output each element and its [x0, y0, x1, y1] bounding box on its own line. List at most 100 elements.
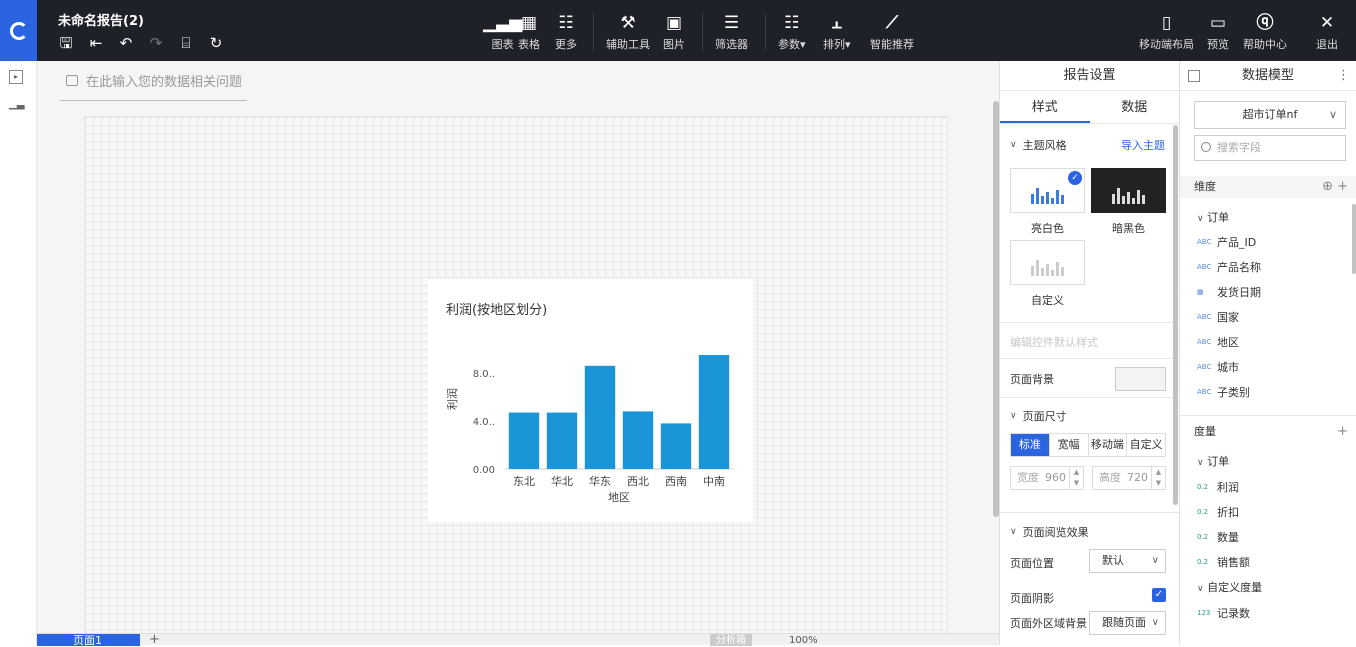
sort-tool-button[interactable]: ⫠ 排列▾ — [823, 12, 851, 52]
zoom-level[interactable]: 100% — [789, 634, 818, 646]
page-shadow-label: 页面阴影 — [1010, 592, 1054, 605]
report-page[interactable]: 利润(按地区划分) 0.00 4.0.. 8.0.. 东北 华北 华东 西北 西南 中南 地区 利润 — [84, 116, 948, 633]
dimensions-header: 维度 ⊕ + — [1180, 176, 1356, 198]
mobile-icon: ▯ — [1161, 13, 1172, 33]
chart-list-icon[interactable]: ▁▃ — [9, 99, 24, 113]
filter-tool-button[interactable]: ☰ 筛选器 — [715, 12, 748, 52]
redo-icon[interactable]: ↷ — [146, 33, 166, 53]
tab-data[interactable]: 数据 — [1090, 91, 1180, 123]
model-header: 数据模型 ⋮ — [1180, 61, 1356, 91]
field-search-input[interactable]: 搜索字段 — [1194, 135, 1346, 161]
y-tick-label: 0.00 — [473, 465, 495, 476]
field-item[interactable]: ▦ 发货日期 — [1197, 284, 1261, 300]
mea-folder-orders[interactable]: ∨ 订单 — [1197, 453, 1229, 469]
page-height-input[interactable]: 高度 720 ▲ ▼ — [1092, 466, 1166, 490]
settings-scrollbar[interactable] — [1173, 125, 1178, 505]
spinner-icon[interactable]: ▲ ▼ — [1069, 467, 1083, 489]
view-effect-header[interactable]: ∨ 页面阅览效果 — [1010, 524, 1089, 540]
page-background-label: 页面背景 — [1010, 373, 1054, 386]
page-position-label: 页面位置 — [1010, 557, 1054, 570]
analysis-box-button[interactable]: 分析箱 — [710, 634, 752, 646]
field-item[interactable]: ABC 国家 — [1197, 309, 1239, 325]
settings-tabs: 样式 数据 — [1000, 91, 1179, 124]
dim-folder-orders[interactable]: ∨ 订单 — [1197, 209, 1229, 225]
theme-custom-label: 自定义 — [1031, 294, 1064, 307]
size-wide[interactable]: 宽幅 — [1050, 434, 1089, 456]
chart-tool-button[interactable]: ▁▃▅ 图表 — [483, 12, 522, 52]
chevron-down-icon: ∨ — [1197, 214, 1204, 224]
app-logo[interactable] — [0, 0, 37, 61]
calendar-icon: ▦ — [1197, 288, 1204, 296]
page-shadow-checkbox[interactable]: ✓ — [1152, 588, 1166, 602]
divider — [1000, 358, 1179, 359]
page-background-swatch[interactable] — [1115, 367, 1166, 391]
chevron-down-icon: ∨ — [1151, 617, 1159, 628]
tab-style[interactable]: 样式 — [1000, 91, 1090, 123]
params-tool-button[interactable]: ☷ 参数▾ — [778, 12, 806, 52]
theme-section-header[interactable]: ∨ 主题风格 — [1010, 137, 1067, 153]
smart-recommend-button[interactable]: ⟋ 智能推荐 — [870, 12, 914, 52]
field-item[interactable]: ABC 产品名称 — [1197, 259, 1261, 275]
outer-bg-select[interactable]: 跟随页面 ∨ — [1089, 611, 1166, 635]
add-measure-icon[interactable]: + — [1337, 421, 1348, 443]
custom-measures-folder[interactable]: ∨ 自定义度量 — [1197, 579, 1262, 595]
table-tool-button[interactable]: ▦ 表格 — [518, 12, 540, 52]
size-mobile[interactable]: 移动端 — [1089, 434, 1128, 456]
theme-custom-card[interactable] — [1010, 240, 1085, 285]
bar — [508, 412, 540, 469]
field-item[interactable]: 0.2 折扣 — [1197, 504, 1239, 520]
chevron-down-icon: ∨ — [1328, 108, 1337, 121]
field-item[interactable]: ABC 地区 — [1197, 334, 1239, 350]
bar-chart[interactable]: 0.00 4.0.. 8.0.. 东北 华北 华东 西北 西南 中南地区 利润 — [428, 279, 753, 522]
chevron-down-icon: ∨ — [1151, 555, 1159, 566]
size-standard[interactable]: 标准 — [1011, 434, 1050, 456]
theme-light-label: 亮白色 — [1031, 222, 1064, 235]
refresh-icon[interactable]: ↻ — [206, 33, 226, 53]
ask-data-input[interactable]: 在此输入您的数据相关问题 — [60, 61, 247, 101]
help-center-button[interactable]: ⓠ 帮助中心 — [1243, 12, 1287, 52]
status-bar: 页面1 + 分析箱 100% — [37, 632, 999, 647]
page-size-header[interactable]: ∨ 页面尺寸 — [1010, 408, 1067, 424]
save-icon[interactable]: 🖫 — [56, 33, 76, 53]
more-vertical-icon[interactable]: ⋮ — [1337, 61, 1350, 91]
theme-light-card[interactable]: ✓ — [1010, 168, 1085, 213]
field-item[interactable]: 0.2 销售额 — [1197, 554, 1250, 570]
theme-dark-card[interactable] — [1091, 168, 1166, 213]
preview-button[interactable]: ▭ 预览 — [1207, 12, 1229, 52]
more-tool-button[interactable]: ☷ 更多 — [555, 12, 577, 52]
add-dimension-icon[interactable]: ⊕ + — [1322, 176, 1348, 198]
y-axis-title: 利润 — [445, 388, 459, 410]
tab-page-1[interactable]: 页面1 — [37, 634, 140, 646]
back-icon[interactable]: ⇤ — [86, 33, 106, 53]
outer-bg-label: 页面外区域背景 — [1010, 617, 1087, 630]
field-item[interactable]: ABC 城市 — [1197, 359, 1239, 375]
divider — [1000, 322, 1179, 323]
field-item[interactable]: ABC 子类别 — [1197, 384, 1250, 400]
field-item[interactable]: ABC 产品_ID — [1197, 234, 1256, 250]
tools-icon: ⚒ — [620, 13, 636, 33]
exit-button[interactable]: ✕ 退出 — [1316, 12, 1338, 52]
dataset-select[interactable]: 超市订单nf ∨ — [1194, 101, 1346, 129]
aux-tools-button[interactable]: ⚒ 辅助工具 — [606, 12, 650, 52]
divider — [1180, 415, 1356, 416]
table-icon: ▦ — [520, 13, 538, 33]
mobile-layout-button[interactable]: ▯ 移动端布局 — [1139, 12, 1194, 52]
undo-icon[interactable]: ↶ — [116, 33, 136, 53]
image-tool-button[interactable]: ▣ 图片 — [663, 12, 685, 52]
import-theme-link[interactable]: 导入主题 — [1121, 137, 1165, 153]
field-item[interactable]: 0.2 利润 — [1197, 479, 1239, 495]
spinner-icon[interactable]: ▲ ▼ — [1151, 467, 1165, 489]
field-item[interactable]: 123 记录数 — [1197, 605, 1250, 621]
expand-panel-icon[interactable]: ▸ — [9, 70, 23, 84]
page-width-input[interactable]: 宽度 960 ▲ ▼ — [1010, 466, 1084, 490]
filter-list-icon: ☰ — [723, 13, 740, 33]
field-item[interactable]: 0.2 数量 — [1197, 529, 1239, 545]
page-position-select[interactable]: 默认 ∨ — [1089, 549, 1166, 573]
collapse-panel-icon[interactable] — [1188, 70, 1200, 82]
report-title[interactable]: 未命名报告(2) — [58, 10, 144, 29]
chart-widget[interactable]: 利润(按地区划分) 0.00 4.0.. 8.0.. 东北 华北 华东 西北 西南 中南 地区 利润 — [428, 279, 753, 522]
dimension-scrollbar[interactable] — [1352, 204, 1356, 274]
size-custom[interactable]: 自定义 — [1127, 434, 1165, 456]
check-icon: ✓ — [1068, 171, 1082, 185]
format-painter-icon[interactable]: ⌸ — [176, 33, 196, 53]
